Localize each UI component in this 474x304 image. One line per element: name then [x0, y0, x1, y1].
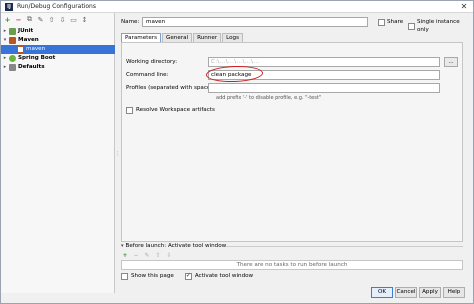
show-page-checkbox[interactable]: [121, 272, 128, 280]
profiles-label: Profiles (separated with space):: [126, 85, 215, 91]
apply-button[interactable]: Apply: [419, 287, 441, 298]
before-launch-header[interactable]: ▾ Before launch: Activate tool window: [121, 242, 226, 250]
edit-defaults-icon[interactable]: ✎: [36, 15, 45, 24]
resolve-workspace-checkbox[interactable]: [126, 106, 133, 114]
single-instance-option[interactable]: Single instance only: [408, 18, 473, 34]
separator: [226, 246, 463, 247]
tree-item-spring-boot[interactable]: ▸ Spring Boot: [1, 54, 115, 63]
move-up-icon[interactable]: ⇧: [154, 251, 162, 259]
tab-general[interactable]: General: [162, 33, 193, 42]
parameters-panel: Working directory: C:\...\...\...\...\..…: [121, 42, 463, 242]
before-launch-title: Before launch: Activate tool window: [125, 243, 227, 249]
tree-item-maven-config[interactable]: maven: [1, 45, 115, 54]
before-launch-toolbar: + − ✎ ⇧ ⇩: [121, 251, 173, 259]
working-directory-label: Working directory:: [126, 59, 178, 65]
tab-parameters[interactable]: Parameters: [121, 33, 162, 42]
configuration-tree: ▸ JUnit ▾ Maven maven ▸ Spring Boot ▸ De…: [1, 27, 115, 72]
tree-item-defaults[interactable]: ▸ Defaults: [1, 63, 115, 72]
share-option[interactable]: Share: [378, 18, 403, 26]
tab-logs[interactable]: Logs: [222, 33, 243, 42]
remove-icon[interactable]: −: [14, 15, 23, 24]
before-launch-list: There are no tasks to run before launch: [121, 260, 463, 270]
sort-icon[interactable]: ↕: [80, 15, 89, 24]
move-up-icon[interactable]: ⇧: [47, 15, 56, 24]
cancel-button[interactable]: Cancel: [395, 287, 417, 298]
dialog-buttons: OK Cancel Apply Help: [371, 287, 465, 298]
before-launch-options: Show this page Activate tool window: [121, 272, 253, 280]
title-bar: IJ Run/Debug Configurations ✕: [1, 1, 473, 13]
edit-task-icon[interactable]: ✎: [143, 251, 151, 259]
folder-icon[interactable]: ▭: [69, 15, 78, 24]
share-checkbox[interactable]: [378, 18, 385, 26]
tree-item-label: JUnit: [18, 28, 34, 34]
configurations-sidebar: + − ⧉ ✎ ⇧ ⇩ ▭ ↕ ▸ JUnit ▾ Maven maven ▸ …: [1, 13, 115, 293]
copy-icon[interactable]: ⧉: [25, 15, 34, 24]
browse-button[interactable]: ...: [444, 57, 458, 67]
activate-tool-window-checkbox[interactable]: [184, 272, 192, 280]
name-label: Name:: [121, 19, 140, 25]
resolve-workspace-label: Resolve Workspace artifacts: [136, 107, 215, 113]
collapse-icon[interactable]: ▾: [121, 242, 124, 250]
activate-tool-window-label: Activate tool window: [194, 273, 254, 279]
chevron-right-icon[interactable]: ▸: [1, 63, 9, 72]
tree-item-label: maven: [26, 46, 46, 52]
chevron-right-icon[interactable]: ▸: [1, 27, 9, 36]
add-icon[interactable]: +: [3, 15, 12, 24]
tree-item-junit[interactable]: ▸ JUnit: [1, 27, 115, 36]
maven-config-icon: [17, 46, 24, 53]
add-task-icon[interactable]: +: [121, 251, 129, 259]
configuration-editor: Name: maven Share Single instance only P…: [116, 13, 473, 298]
tree-item-label: Defaults: [18, 64, 45, 70]
close-icon[interactable]: ✕: [459, 2, 469, 12]
single-instance-label: Single instance only: [416, 19, 460, 33]
intellij-app-icon: IJ: [5, 3, 13, 11]
sidebar-toolbar: + − ⧉ ✎ ⇧ ⇩ ▭ ↕: [3, 15, 89, 25]
help-button[interactable]: Help: [443, 287, 465, 298]
tab-runner[interactable]: Runner: [193, 33, 222, 42]
defaults-icon: [9, 64, 16, 71]
command-line-label: Command line:: [126, 72, 169, 78]
window-title: Run/Debug Configurations: [17, 3, 96, 10]
chevron-down-icon[interactable]: ▾: [1, 36, 9, 45]
single-instance-checkbox[interactable]: [408, 22, 415, 30]
profiles-field[interactable]: [208, 83, 440, 93]
remove-task-icon[interactable]: −: [132, 251, 140, 259]
tree-item-maven[interactable]: ▾ Maven: [1, 36, 115, 45]
move-down-icon[interactable]: ⇩: [58, 15, 67, 24]
ok-button[interactable]: OK: [371, 287, 393, 298]
show-page-label: Show this page: [131, 273, 174, 279]
profiles-hint: add prefix '-' to disable profile, e.g. …: [216, 95, 322, 101]
editor-tabs: Parameters General Runner Logs: [121, 33, 243, 42]
spring-boot-icon: [9, 55, 16, 62]
move-down-icon[interactable]: ⇩: [165, 251, 173, 259]
red-highlight-annotation: [205, 65, 264, 83]
run-debug-dialog: IJ Run/Debug Configurations ✕ + − ⧉ ✎ ⇧ …: [0, 0, 474, 304]
tree-item-label: Spring Boot: [18, 55, 56, 61]
share-label: Share: [387, 19, 404, 25]
junit-icon: [9, 28, 16, 35]
tree-item-label: Maven: [18, 37, 39, 43]
name-field[interactable]: maven: [142, 17, 368, 27]
maven-icon: [9, 37, 16, 44]
chevron-right-icon[interactable]: ▸: [1, 54, 9, 63]
resolve-workspace-option[interactable]: Resolve Workspace artifacts: [126, 106, 215, 114]
